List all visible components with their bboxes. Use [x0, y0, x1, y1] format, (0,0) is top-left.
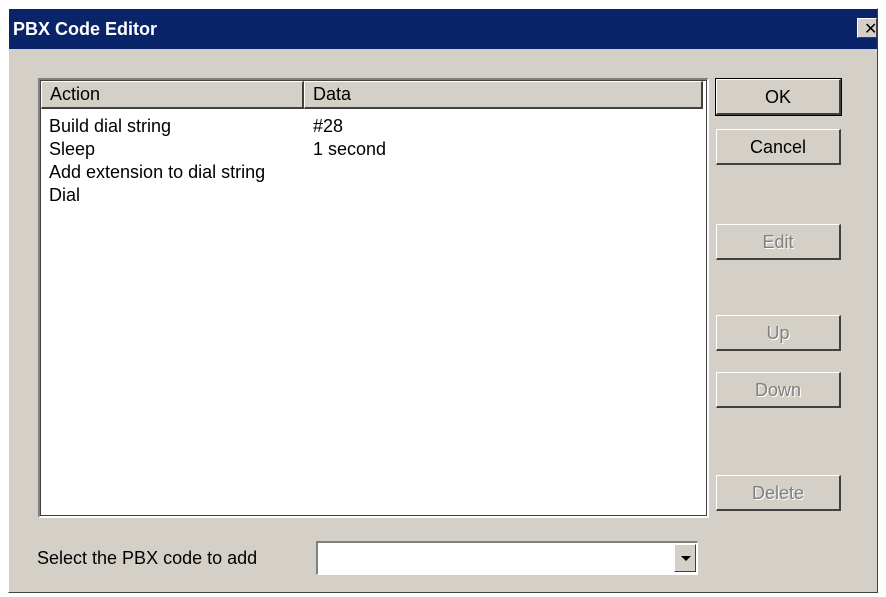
window-title: PBX Code Editor	[13, 19, 158, 39]
ok-button[interactable]: OK	[715, 78, 842, 116]
list-header: Action Data	[41, 81, 703, 109]
action-cell: Sleep	[49, 139, 96, 159]
down-button[interactable]: Down	[716, 372, 841, 408]
delete-button[interactable]: Delete	[716, 475, 841, 511]
action-cell: Add extension to dial string	[49, 162, 266, 182]
pbx-code-select[interactable]	[316, 541, 698, 575]
list-item[interactable]: Dial	[49, 185, 693, 208]
chevron-down-icon[interactable]	[674, 544, 696, 572]
column-header-data[interactable]: Data	[304, 81, 703, 109]
action-cell: Build dial string	[49, 116, 172, 136]
cancel-button[interactable]: Cancel	[716, 129, 841, 165]
close-icon: ✕	[864, 19, 878, 38]
data-cell: 1 second	[313, 139, 387, 159]
list-item[interactable]: Build dial string #28	[49, 116, 693, 139]
data-cell	[313, 162, 693, 185]
title-bar[interactable]: PBX Code Editor ✕	[9, 9, 877, 49]
list-rows: Build dial string #28 Sleep 1 second Add…	[49, 116, 693, 208]
list-item[interactable]: Add extension to dial string	[49, 162, 693, 185]
data-cell	[313, 185, 693, 208]
action-cell: Dial	[49, 185, 81, 205]
pbx-actions-list[interactable]: Action Data Build dial string #28 Sleep …	[38, 78, 709, 518]
edit-button[interactable]: Edit	[716, 224, 841, 260]
list-item[interactable]: Sleep 1 second	[49, 139, 693, 162]
pbx-code-editor-dialog: PBX Code Editor ✕ Action Data Build dial…	[8, 8, 878, 593]
column-header-action[interactable]: Action	[41, 81, 304, 109]
close-button[interactable]: ✕	[857, 18, 877, 38]
pbx-code-select-label: Select the PBX code to add	[37, 548, 258, 568]
data-cell: #28	[313, 116, 344, 136]
up-button[interactable]: Up	[716, 315, 841, 351]
